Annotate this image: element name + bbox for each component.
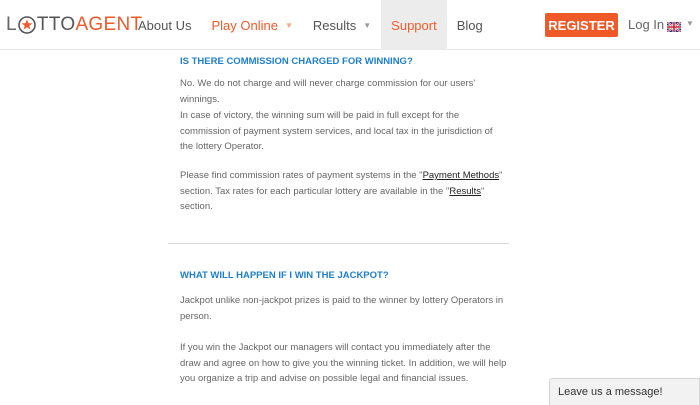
nav-support[interactable]: Support: [381, 0, 447, 50]
nav-blog[interactable]: Blog: [447, 0, 493, 50]
faq-question-commission: IS THERE COMMISSION CHARGED FOR WINNING?: [180, 56, 413, 67]
faq-question-jackpot: WHAT WILL HAPPEN IF I WIN THE JACKPOT?: [180, 270, 389, 281]
nav-results[interactable]: Results ▼: [303, 0, 381, 50]
chevron-down-icon[interactable]: ▼: [686, 19, 694, 28]
faq-answer-paragraph: No. We do not charge and will never char…: [180, 78, 476, 105]
register-button[interactable]: REGISTER: [545, 13, 618, 37]
chat-widget-button[interactable]: Leave us a message!: [549, 378, 700, 405]
nav-play-online-label: Play Online: [211, 17, 278, 33]
logo-letter-l: L: [6, 14, 17, 35]
uk-flag-icon[interactable]: [666, 19, 682, 33]
site-header: L TTO AGENT About Us Play Online ▼ Resul…: [0, 0, 700, 50]
faq-answer-paragraph: If you win the Jackpot our managers will…: [180, 342, 507, 384]
faq-divider: [168, 243, 509, 244]
logo-text-tto: TTO: [36, 14, 76, 35]
results-link[interactable]: Results: [449, 186, 481, 197]
nav-support-label: Support: [391, 17, 437, 33]
faq-text: Please find commission rates of payment …: [180, 170, 423, 181]
nav-results-label: Results: [312, 17, 357, 33]
nav-about-us-label: About Us: [138, 17, 192, 33]
faq-answer-paragraph: Please find commission rates of payment …: [180, 168, 506, 215]
lottoagent-logo[interactable]: L TTO AGENT: [6, 13, 142, 37]
faq-answer-paragraph: Jackpot unlike non-jackpot prizes is pai…: [180, 295, 504, 322]
chevron-down-icon: ▼: [363, 20, 372, 30]
faq-answer-paragraph: In case of victory, the winning sum will…: [180, 110, 493, 152]
lottery-ball-icon: [18, 16, 36, 34]
nav-blog-label: Blog: [456, 17, 483, 33]
main-nav: About Us Play Online ▼ Results ▼ Support…: [128, 0, 493, 50]
payment-methods-link[interactable]: Payment Methods: [423, 170, 500, 181]
login-link[interactable]: Log In: [628, 17, 664, 32]
nav-play-online[interactable]: Play Online ▼: [201, 0, 302, 50]
chevron-down-icon: ▼: [284, 20, 293, 30]
nav-about-us[interactable]: About Us: [128, 0, 201, 50]
